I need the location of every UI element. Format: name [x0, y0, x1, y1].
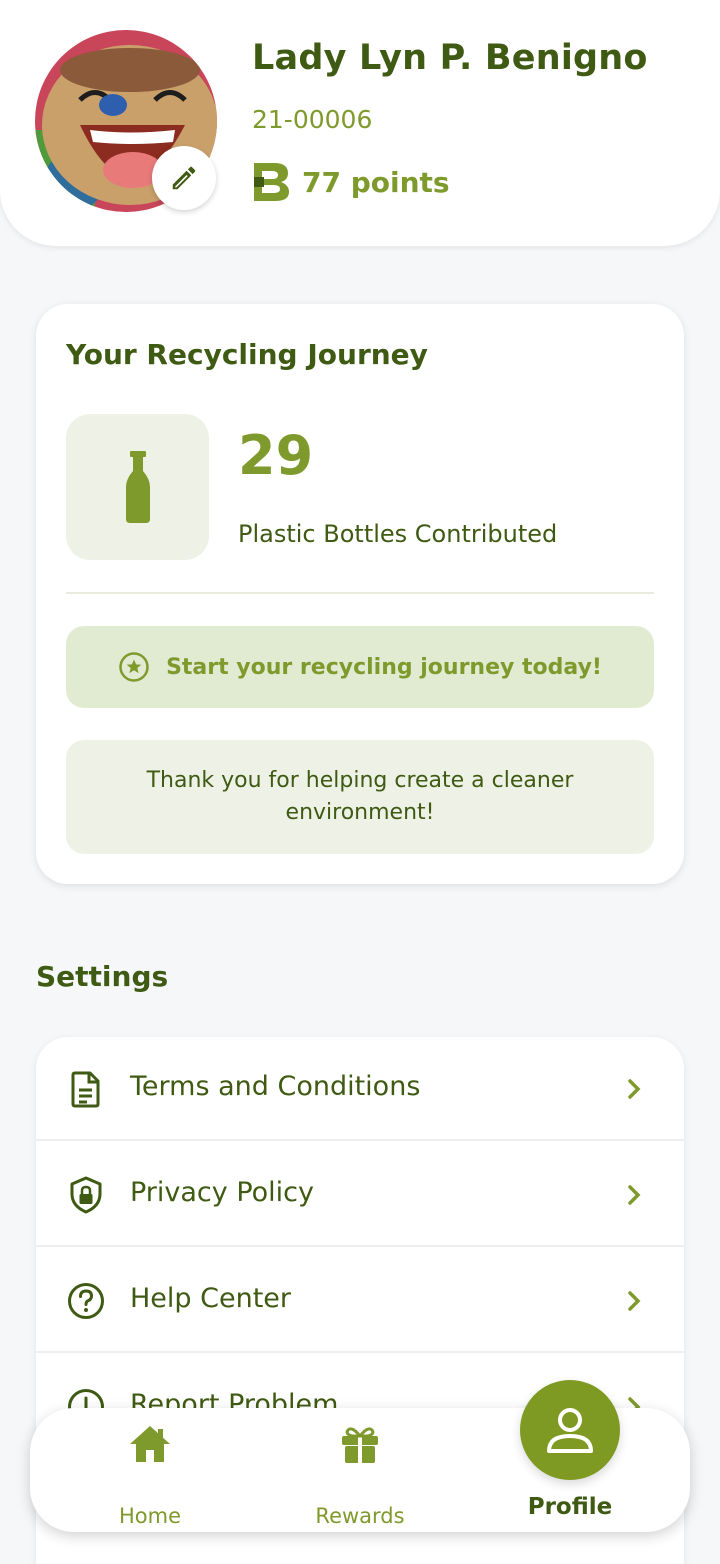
- user-name: Lady Lyn P. Benigno: [252, 38, 648, 78]
- thank-you-message: Thank you for helping create a cleaner e…: [66, 740, 654, 854]
- divider: [66, 592, 654, 594]
- nav-home-label: Home: [118, 1504, 181, 1528]
- shield-lock-icon: [70, 1176, 102, 1214]
- nav-rewards-label: Rewards: [315, 1504, 405, 1528]
- settings-item-label: Terms and Conditions: [130, 1071, 421, 1102]
- thank-you-text: Thank you for helping create a cleaner e…: [146, 768, 574, 825]
- chevron-right-icon: [628, 1079, 641, 1099]
- document-icon: [71, 1071, 100, 1108]
- settings-item-help[interactable]: Help Center: [36, 1249, 684, 1353]
- journey-title: Your Recycling Journey: [66, 338, 428, 371]
- bottle-label: Plastic Bottles Contributed: [238, 520, 558, 548]
- start-journey-text: Start your recycling journey today!: [166, 654, 602, 680]
- nav-profile[interactable]: [520, 1380, 620, 1480]
- pencil-icon: [172, 166, 196, 190]
- home-icon: [130, 1426, 170, 1462]
- bottle-icon-box: [66, 414, 209, 560]
- person-icon: [547, 1408, 593, 1453]
- edit-avatar-button[interactable]: [152, 146, 216, 210]
- star-circle-icon: [119, 652, 149, 682]
- nav-rewards[interactable]: Rewards: [280, 1408, 440, 1532]
- bottle-icon: [125, 451, 150, 523]
- profile-header: Lady Lyn P. Benigno 21-00006 77 points: [0, 0, 720, 246]
- recycling-journey-card: Your Recycling Journey 29 Plastic Bottle…: [36, 304, 684, 884]
- settings-item-label: Privacy Policy: [130, 1177, 315, 1208]
- settings-item-terms[interactable]: Terms and Conditions: [36, 1037, 684, 1141]
- points-display: 77 points: [252, 160, 450, 204]
- settings-item-privacy[interactable]: Privacy Policy: [36, 1143, 684, 1247]
- settings-item-label: Help Center: [130, 1283, 292, 1314]
- user-id: 21-00006: [252, 105, 373, 134]
- bottle-count: 29: [238, 424, 314, 487]
- chevron-right-icon: [628, 1185, 641, 1205]
- start-journey-banner[interactable]: Start your recycling journey today!: [66, 626, 654, 708]
- help-circle-icon: [68, 1283, 104, 1319]
- points-value: 77 points: [302, 165, 450, 199]
- nav-profile-label[interactable]: Profile: [490, 1494, 650, 1520]
- nav-home[interactable]: Home: [70, 1408, 230, 1532]
- settings-title: Settings: [36, 960, 169, 993]
- brand-b-logo-icon: [254, 163, 289, 201]
- chevron-right-icon: [628, 1291, 641, 1311]
- gift-icon: [342, 1427, 378, 1463]
